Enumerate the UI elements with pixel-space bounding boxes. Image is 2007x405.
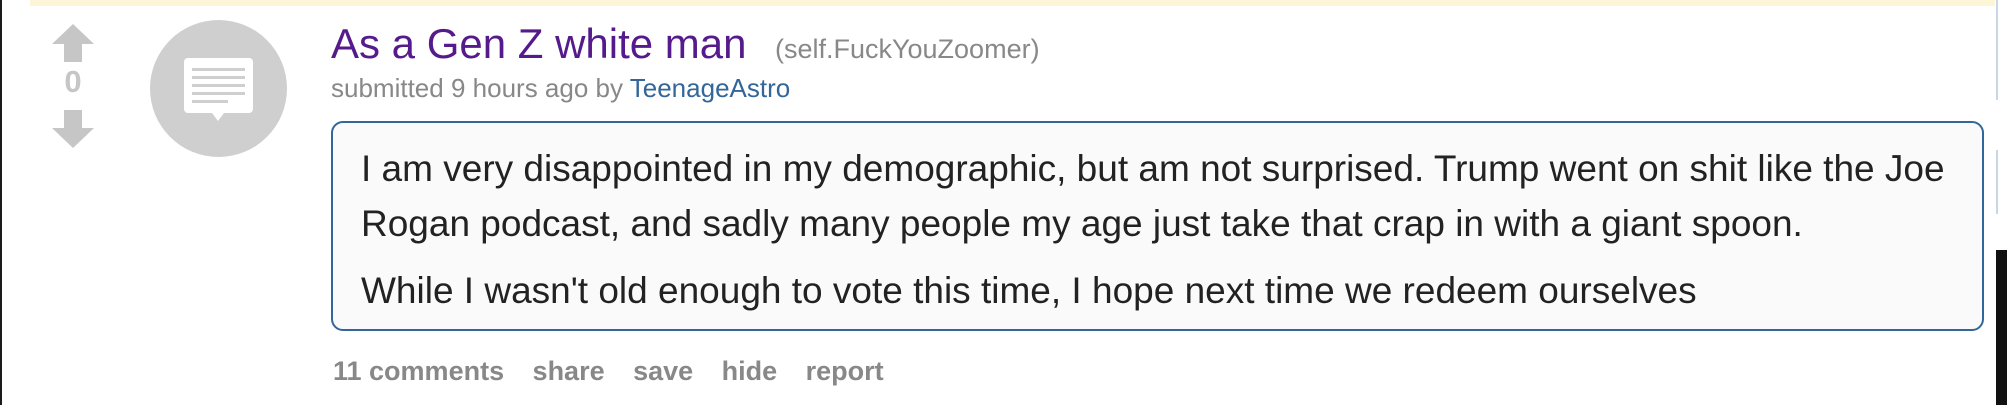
hide-button[interactable]: hide <box>722 356 778 386</box>
author-link[interactable]: TeenageAstro <box>630 73 790 103</box>
highlight-strip <box>30 0 1995 6</box>
share-button[interactable]: share <box>533 356 605 386</box>
post-body-paragraph: While I wasn't old enough to vote this t… <box>361 270 1697 311</box>
reddit-post-page: 0 As a Gen Z white man (self.FuckYouZoom… <box>0 0 2007 405</box>
comments-link[interactable]: 11 comments <box>333 356 504 386</box>
post-domain-link[interactable]: (self.FuckYouZoomer) <box>775 34 1040 64</box>
report-button[interactable]: report <box>806 356 884 386</box>
post-title-link[interactable]: As a Gen Z white man <box>331 20 747 67</box>
post-time: 9 hours ago <box>450 73 589 103</box>
self-post-thumbnail[interactable] <box>150 20 287 157</box>
title-row: As a Gen Z white man (self.FuckYouZoomer… <box>331 20 1040 68</box>
post-body-paragraph: I am very disappointed in my demographic… <box>361 148 1945 244</box>
post-score: 0 <box>64 64 82 99</box>
save-button[interactable]: save <box>633 356 693 386</box>
sidebar-dark-panel-edge <box>1996 250 2007 405</box>
downvote-arrow-icon[interactable] <box>50 110 96 148</box>
sidebar-edge <box>1996 150 2007 214</box>
tagline-prefix: submitted <box>331 73 444 103</box>
post-tagline: submitted 9 hours ago by TeenageAstro <box>331 73 790 104</box>
post-body-expando: I am very disappointed in my demographic… <box>331 121 1984 331</box>
upvote-arrow-icon[interactable] <box>50 24 96 62</box>
window-left-edge <box>0 0 2 405</box>
vote-controls: 0 <box>50 24 96 154</box>
post-action-buttons: 11 comments share save hide report <box>333 356 908 387</box>
tagline-by: by <box>595 73 623 103</box>
self-post-text-icon <box>184 58 253 121</box>
sidebar-edge <box>1996 0 2007 100</box>
